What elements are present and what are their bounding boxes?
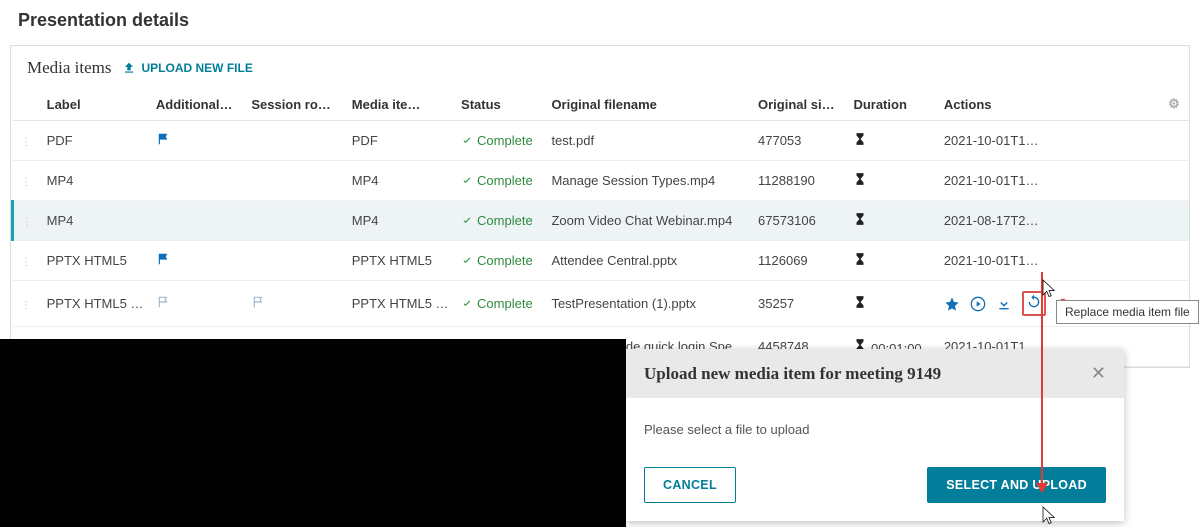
- cell-filename: Attendee Central.pptx: [545, 241, 752, 281]
- cell-filename: TestPresentation (1).pptx: [545, 281, 752, 327]
- cell-media-item: PPTX HTML5: [346, 241, 455, 281]
- cell-media-item: PPTX HTML5 …: [346, 281, 455, 327]
- cell-additional: [150, 201, 245, 241]
- cell-additional: [150, 241, 245, 281]
- drag-handle[interactable]: ⋮: [13, 281, 41, 327]
- flag-icon[interactable]: [251, 295, 267, 309]
- col-size[interactable]: Original si…: [752, 88, 847, 121]
- page-title: Presentation details: [0, 0, 1200, 45]
- cell-session: [245, 161, 345, 201]
- actions-timestamp: 2021-10-01T1…: [944, 173, 1039, 188]
- cell-label: MP4: [41, 201, 150, 241]
- cell-size: 1126069: [752, 241, 847, 281]
- cell-label: PPTX HTML5: [41, 241, 150, 281]
- upload-new-file-label: UPLOAD NEW FILE: [142, 61, 253, 75]
- cancel-button[interactable]: CANCEL: [644, 467, 736, 503]
- cell-filename: Zoom Video Chat Webinar.mp4: [545, 201, 752, 241]
- gear-icon[interactable]: ⚙: [1168, 96, 1180, 111]
- cell-size: 11288190: [752, 161, 847, 201]
- cell-label: PPTX HTML5 …: [41, 281, 150, 327]
- hourglass-icon: [853, 131, 867, 147]
- drag-handle[interactable]: ⋮: [13, 161, 41, 201]
- cell-size: 67573106: [752, 201, 847, 241]
- cell-media-item: PDF: [346, 121, 455, 161]
- cell-duration: [847, 121, 937, 161]
- col-session[interactable]: Session ro…: [245, 88, 345, 121]
- cell-filename: test.pdf: [545, 121, 752, 161]
- media-items-table: Label Additional… Session ro… Media ite……: [11, 88, 1189, 367]
- cell-filename: Manage Session Types.mp4: [545, 161, 752, 201]
- table-row[interactable]: ⋮ PPTX HTML5 PPTX HTML5 Complete Attende…: [13, 241, 1190, 281]
- hourglass-icon: [853, 294, 867, 310]
- cell-session: [245, 201, 345, 241]
- table-row[interactable]: ⋮ MP4 MP4 Complete Manage Session Types.…: [13, 161, 1190, 201]
- cell-additional: [150, 161, 245, 201]
- table-row[interactable]: ⋮ PDF PDF Complete test.pdf 477053 2021-…: [13, 121, 1190, 161]
- cell-additional: [150, 281, 245, 327]
- cell-media-item: MP4: [346, 161, 455, 201]
- cell-duration: [847, 201, 937, 241]
- cell-size: 477053: [752, 121, 847, 161]
- col-media-item[interactable]: Media ite…: [346, 88, 455, 121]
- upload-icon: [122, 61, 136, 75]
- cell-session: [245, 241, 345, 281]
- hourglass-icon: [853, 171, 867, 187]
- cell-actions: 2021-08-17T2…: [938, 201, 1159, 241]
- actions-timestamp: 2021-08-17T2…: [944, 213, 1039, 228]
- col-duration[interactable]: Duration: [847, 88, 937, 121]
- star-icon[interactable]: [944, 296, 960, 312]
- cell-label: MP4: [41, 161, 150, 201]
- cell-actions: 2021-10-01T1…: [938, 161, 1159, 201]
- table-row[interactable]: ⋮ MP4 MP4 Complete Zoom Video Chat Webin…: [13, 201, 1190, 241]
- drag-handle[interactable]: ⋮: [13, 201, 41, 241]
- close-icon[interactable]: ✕: [1091, 363, 1106, 384]
- cell-status: Complete: [455, 241, 545, 281]
- cell-actions: 2021-10-01T1…: [938, 121, 1159, 161]
- modal-title: Upload new media item for meeting 9149: [644, 364, 941, 384]
- flag-icon[interactable]: [156, 252, 172, 266]
- upload-modal: Upload new media item for meeting 9149 ✕…: [626, 349, 1124, 521]
- cell-status: Complete: [455, 121, 545, 161]
- hourglass-icon: [853, 211, 867, 227]
- select-and-upload-button[interactable]: SELECT AND UPLOAD: [927, 467, 1106, 503]
- cell-status: Complete: [455, 201, 545, 241]
- cell-actions: 2021-10-01T1…: [938, 241, 1159, 281]
- cell-additional: [150, 121, 245, 161]
- flag-icon[interactable]: [156, 132, 172, 146]
- media-items-panel: Media items UPLOAD NEW FILE Label Additi…: [10, 45, 1190, 368]
- col-actions[interactable]: Actions: [938, 88, 1159, 121]
- download-icon[interactable]: [996, 296, 1012, 312]
- replace-icon[interactable]: [1026, 294, 1042, 310]
- hourglass-icon: [853, 251, 867, 267]
- table-row[interactable]: ⋮ PPTX HTML5 … PPTX HTML5 … Complete Tes…: [13, 281, 1190, 327]
- cell-media-item: MP4: [346, 201, 455, 241]
- cell-label: PDF: [41, 121, 150, 161]
- lower-blackout: [0, 339, 626, 527]
- play-icon[interactable]: [970, 296, 986, 312]
- cell-session: [245, 121, 345, 161]
- cell-size: 35257: [752, 281, 847, 327]
- modal-body-text: Please select a file to upload: [626, 398, 1124, 455]
- cell-duration: [847, 161, 937, 201]
- flag-icon[interactable]: [156, 295, 172, 309]
- panel-heading: Media items: [27, 58, 112, 78]
- col-status[interactable]: Status: [455, 88, 545, 121]
- cell-duration: [847, 281, 937, 327]
- cell-status: Complete: [455, 161, 545, 201]
- upload-new-file-link[interactable]: UPLOAD NEW FILE: [122, 61, 253, 75]
- cell-duration: [847, 241, 937, 281]
- cell-status: Complete: [455, 281, 545, 327]
- replace-tooltip: Replace media item file: [1056, 300, 1199, 324]
- col-label[interactable]: Label: [41, 88, 150, 121]
- actions-timestamp: 2021-10-01T1…: [944, 253, 1039, 268]
- col-additional[interactable]: Additional…: [150, 88, 245, 121]
- actions-timestamp: 2021-10-01T1…: [944, 133, 1039, 148]
- drag-handle[interactable]: ⋮: [13, 121, 41, 161]
- annotation-arrow: [1041, 272, 1043, 492]
- col-filename[interactable]: Original filename: [545, 88, 752, 121]
- cell-session: [245, 281, 345, 327]
- drag-handle[interactable]: ⋮: [13, 241, 41, 281]
